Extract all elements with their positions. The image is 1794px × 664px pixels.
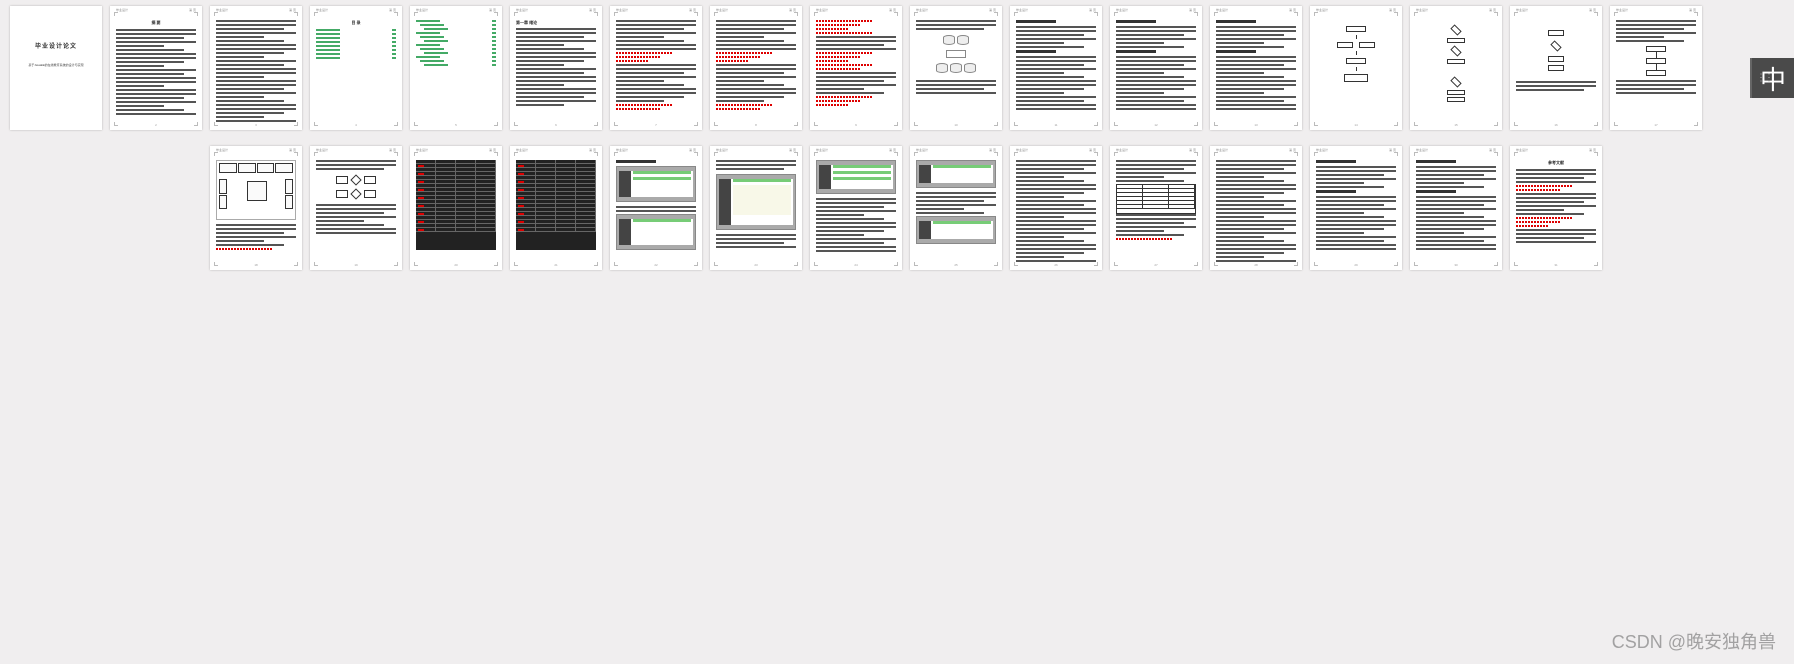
- drag-handle-icon: ⋮⋮: [1756, 73, 1772, 84]
- page-thumb-23[interactable]: 毕业设计第 页23: [710, 146, 802, 270]
- page-thumb-28[interactable]: 毕业设计第 页28: [1210, 146, 1302, 270]
- page-thumb-5[interactable]: 毕业设计第 页5: [410, 6, 502, 130]
- page-thumb-20[interactable]: 毕业设计第 页20: [410, 146, 502, 270]
- page-thumb-29[interactable]: 毕业设计第 页29: [1310, 146, 1402, 270]
- page-thumb-21[interactable]: 毕业设计第 页21: [510, 146, 602, 270]
- page-thumb-19[interactable]: 毕业设计第 页19: [310, 146, 402, 270]
- page-thumb-6[interactable]: 毕业设计第 页第一章 绪论6: [510, 6, 602, 130]
- page-thumb-14[interactable]: 毕业设计第 页14: [1310, 6, 1402, 130]
- page-thumb-13[interactable]: 毕业设计第 页13: [1210, 6, 1302, 130]
- page-thumb-8[interactable]: 毕业设计第 页8: [710, 6, 802, 130]
- page-thumb-31[interactable]: 毕业设计第 页参考文献31: [1510, 146, 1602, 270]
- page-thumb-17[interactable]: 毕业设计第 页17: [1610, 6, 1702, 130]
- page-thumb-22[interactable]: 毕业设计第 页22: [610, 146, 702, 270]
- page-thumb-18[interactable]: 毕业设计第 页18: [210, 146, 302, 270]
- page-thumb-26[interactable]: 毕业设计第 页26: [1010, 146, 1102, 270]
- page-thumb-16[interactable]: 毕业设计第 页16: [1510, 6, 1602, 130]
- page-thumb-25[interactable]: 毕业设计第 页25: [910, 146, 1002, 270]
- page-thumb-11[interactable]: 毕业设计第 页11: [1010, 6, 1102, 130]
- thumbnail-grid: 毕业设计论文基于JavaEE的在线教育系统的设计与实现毕业设计第 页摘 要2毕业…: [0, 0, 1794, 276]
- page-thumb-27[interactable]: 毕业设计第 页27: [1110, 146, 1202, 270]
- page-thumb-12[interactable]: 毕业设计第 页12: [1110, 6, 1202, 130]
- page-thumb-7[interactable]: 毕业设计第 页7: [610, 6, 702, 130]
- page-thumb-24[interactable]: 毕业设计第 页24: [810, 146, 902, 270]
- page-thumb-2[interactable]: 毕业设计第 页摘 要2: [110, 6, 202, 130]
- page-thumb-9[interactable]: 毕业设计第 页9: [810, 6, 902, 130]
- watermark-text: CSDN @晚安独角兽: [1612, 628, 1776, 654]
- page-thumb-1[interactable]: 毕业设计论文基于JavaEE的在线教育系统的设计与实现: [10, 6, 102, 130]
- page-thumb-15[interactable]: 毕业设计第 页15: [1410, 6, 1502, 130]
- page-thumb-10[interactable]: 毕业设计第 页10: [910, 6, 1002, 130]
- page-thumb-4[interactable]: 毕业设计第 页目 录4: [310, 6, 402, 130]
- page-thumb-30[interactable]: 毕业设计第 页30: [1410, 146, 1502, 270]
- page-thumb-3[interactable]: 毕业设计第 页3: [210, 6, 302, 130]
- ime-indicator[interactable]: ⋮⋮ 中: [1750, 58, 1794, 98]
